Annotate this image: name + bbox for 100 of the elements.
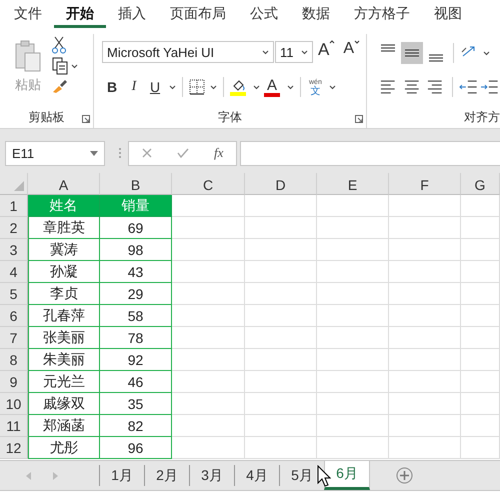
table-cell: 孔春萍 (28, 305, 100, 327)
caret-icon[interactable] (253, 84, 260, 90)
sheet-tab[interactable]: 3月 (190, 465, 235, 486)
empty-cell (245, 349, 317, 371)
empty-cell (245, 327, 317, 349)
sheet-tab[interactable]: 2月 (145, 465, 190, 486)
scissors-icon[interactable] (52, 36, 66, 54)
launcher-icon[interactable] (355, 115, 363, 123)
ribbon-tab[interactable]: 方方格子 (342, 0, 422, 28)
fill-color-icon[interactable] (230, 78, 248, 96)
row-header[interactable]: 4 (0, 261, 28, 283)
sheet-tab[interactable]: 6月 (324, 461, 370, 490)
row-header[interactable]: 11 (0, 415, 28, 437)
table-cell: 96 (100, 437, 172, 459)
table-cell: 43 (100, 261, 172, 283)
row-header[interactable]: 6 (0, 305, 28, 327)
bold-button[interactable]: B (102, 75, 122, 99)
increase-font-button[interactable]: A (315, 40, 338, 64)
table-cell: 冀涛 (28, 239, 100, 261)
align-button[interactable] (401, 42, 423, 64)
empty-cell (245, 305, 317, 327)
table-cell: 戚缘双 (28, 393, 100, 415)
empty-cell (461, 261, 500, 283)
caret-icon[interactable] (71, 64, 78, 68)
column-header[interactable]: B (100, 173, 172, 195)
row-header[interactable]: 8 (0, 349, 28, 371)
row-header[interactable]: 3 (0, 239, 28, 261)
column-header[interactable]: C (172, 173, 245, 195)
increase-indent-icon[interactable] (480, 78, 500, 96)
ribbon-tab[interactable]: 插入 (106, 0, 158, 28)
launcher-icon[interactable] (82, 115, 90, 123)
column-header[interactable]: G (461, 173, 500, 195)
row-header[interactable]: 1 (0, 195, 28, 217)
caret-icon[interactable] (262, 50, 269, 54)
sheet-tab[interactable]: 4月 (235, 465, 280, 486)
empty-cell (245, 261, 317, 283)
decrease-indent-icon[interactable] (458, 78, 478, 96)
row-header[interactable]: 2 (0, 217, 28, 239)
group-label: 剪贴板 (28, 108, 64, 126)
column-header[interactable]: F (389, 173, 461, 195)
empty-cell (317, 415, 389, 437)
decrease-font-button[interactable]: A (340, 40, 364, 64)
sheet-tab[interactable]: 1月 (100, 465, 145, 486)
column-header[interactable]: E (317, 173, 389, 195)
empty-cell (461, 371, 500, 393)
formula-input[interactable] (240, 140, 500, 166)
column-header[interactable]: D (245, 173, 317, 195)
row-header[interactable]: 7 (0, 327, 28, 349)
empty-cell (389, 371, 461, 393)
ribbon-tab[interactable]: 公式 (238, 0, 290, 28)
font-color-button[interactable]: A (262, 75, 282, 99)
name-box[interactable]: E11 (5, 140, 105, 166)
empty-cell (245, 217, 317, 239)
copy-icon[interactable] (52, 57, 68, 75)
caret-icon[interactable] (301, 50, 308, 54)
row-header[interactable]: 12 (0, 437, 28, 459)
format-painter-icon[interactable] (52, 78, 68, 94)
row-header[interactable]: 9 (0, 371, 28, 393)
group-label: 字体 (218, 108, 242, 126)
caret-icon[interactable] (483, 50, 490, 56)
font-size-field[interactable]: 11 (275, 41, 313, 63)
empty-cell (389, 217, 461, 239)
table-cell: 98 (100, 239, 172, 261)
borders-icon[interactable] (189, 79, 205, 95)
triangle-icon (14, 181, 24, 191)
empty-cell (461, 305, 500, 327)
italic-button[interactable]: I (124, 75, 144, 99)
underline-button[interactable]: U (146, 75, 164, 99)
table-cell: 郑涵菡 (28, 415, 100, 437)
empty-cell (389, 415, 461, 437)
empty-cell (461, 239, 500, 261)
table-cell: 孙凝 (28, 261, 100, 283)
table-cell: 元光兰 (28, 371, 100, 393)
table-cell: 69 (100, 217, 172, 239)
empty-cell (461, 195, 500, 217)
ribbon-tab[interactable]: 数据 (290, 0, 342, 28)
empty-cell (317, 305, 389, 327)
ribbon-tab[interactable]: 文件 (2, 0, 54, 28)
column-header[interactable]: A (28, 173, 100, 195)
caret-icon (329, 40, 336, 44)
ribbon-tab[interactable]: 页面布局 (158, 0, 238, 28)
table-cell: 张美丽 (28, 327, 100, 349)
empty-cell (317, 393, 389, 415)
caret-icon[interactable] (169, 84, 176, 90)
ribbon-tab[interactable]: 视图 (422, 0, 474, 28)
row-header[interactable]: 10 (0, 393, 28, 415)
empty-cell (317, 349, 389, 371)
empty-cell (461, 349, 500, 371)
empty-cell (317, 239, 389, 261)
caret-icon[interactable] (328, 84, 336, 90)
insert-function-button[interactable]: fx (214, 145, 224, 161)
table-cell: 朱美丽 (28, 349, 100, 371)
table-cell: 尤彤 (28, 437, 100, 459)
font-name-field[interactable]: Microsoft YaHei UI (102, 41, 274, 63)
empty-cell (317, 283, 389, 305)
caret-icon[interactable] (210, 84, 217, 90)
row-header[interactable]: 5 (0, 283, 28, 305)
caret-icon[interactable] (287, 84, 294, 90)
add-sheet-icon[interactable] (396, 467, 413, 484)
empty-cell (389, 349, 461, 371)
